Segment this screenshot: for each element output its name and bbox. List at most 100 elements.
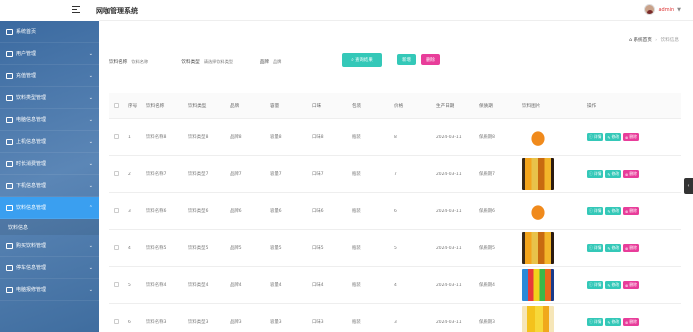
name-search-input[interactable] [127, 56, 182, 67]
sidebar-subitem-drink-info[interactable]: 饮料信息 [0, 219, 99, 235]
table-row[interactable]: 1 饮料名称8 饮料类型8 品牌8 容量8 口味8 瓶装 8 2024-03-1… [109, 119, 681, 156]
breadcrumb-current: 饮料信息 [660, 38, 679, 43]
info-icon: ⓘ [589, 245, 593, 250]
table-header: 序号 饮料名称 饮料类型 品牌 容量 口味 包装 价格 生产日期 保质期 饮料图… [109, 93, 681, 119]
col-header: 容量 [270, 103, 280, 109]
add-button[interactable]: 新增 [397, 54, 416, 65]
sidebar-item-drinks[interactable]: 饮料信息管理 ⌃ [0, 197, 99, 219]
edit-button[interactable]: ✎ 修改 [605, 318, 622, 326]
sidebar-item-drink-types[interactable]: 饮料类型管理 ⌄ [0, 87, 99, 109]
sidebar-item-time-usage[interactable]: 时长消费管理 ⌄ [0, 153, 99, 175]
cell-date: 2024-03-11 [436, 245, 462, 251]
col-header: 操作 [587, 103, 597, 109]
edit-button[interactable]: ✎ 修改 [605, 207, 622, 215]
table-row[interactable]: 6 饮料名称3 饮料类型3 品牌3 容量3 口味3 瓶装 3 2024-03-1… [109, 304, 681, 332]
grid-icon [6, 116, 13, 123]
drink-image [522, 195, 554, 227]
menu-toggle-icon[interactable] [72, 6, 80, 13]
sidebar-item-users[interactable]: 用户管理 ⌄ [0, 43, 99, 65]
type-select[interactable] [199, 56, 256, 67]
table-row[interactable]: 4 饮料名称5 饮料类型5 品牌5 容量5 口味5 瓶装 5 2024-03-1… [109, 230, 681, 267]
row-checkbox[interactable] [114, 245, 119, 250]
cell-seq: 6 [128, 319, 131, 325]
panel-toggle-icon[interactable]: ‹ [684, 178, 693, 194]
cell-name: 饮料名称3 [146, 320, 167, 325]
row-actions: ⓘ 详情 ✎ 修改 ⊗ 删除 [587, 318, 641, 326]
detail-button[interactable]: ⓘ 详情 [587, 244, 604, 252]
col-header: 生产日期 [436, 103, 455, 109]
breadcrumb-home[interactable]: 系统首页 [633, 38, 651, 43]
chevron-down-icon[interactable]: ▼ [677, 7, 681, 13]
row-checkbox[interactable] [114, 319, 119, 324]
row-delete-button[interactable]: ⊗ 删除 [623, 133, 639, 141]
cell-type: 饮料类型6 [188, 209, 209, 214]
detail-button[interactable]: ⓘ 详情 [587, 133, 604, 141]
sidebar-item-logout-sessions[interactable]: 下机信息管理 ⌄ [0, 175, 99, 197]
sidebar-item-drink-purchases[interactable]: 购买饮料管理 ⌄ [0, 235, 99, 257]
row-delete-button[interactable]: ⊗ 删除 [623, 244, 639, 252]
cell-brand: 品牌6 [230, 209, 242, 214]
row-delete-button[interactable]: ⊗ 删除 [623, 281, 639, 289]
row-checkbox[interactable] [114, 134, 119, 139]
chevron-down-icon: ⌄ [88, 161, 93, 167]
detail-button[interactable]: ⓘ 详情 [587, 170, 604, 178]
cell-shelf-life: 保质期7 [479, 172, 495, 177]
brand-search-input[interactable] [268, 56, 309, 67]
grid-icon [6, 138, 13, 145]
sidebar: 系统首页 用户管理 ⌄ 充值管理 ⌄ 饮料类型管理 ⌄ 电脑信息管理 ⌄ 上机信息管理 ⌄… [0, 21, 99, 332]
delete-icon: ⊗ [625, 171, 629, 177]
avatar[interactable] [644, 4, 656, 15]
cell-type: 饮料类型3 [188, 320, 209, 325]
cell-package: 瓶装 [352, 246, 361, 251]
sidebar-item-parking[interactable]: 停车信息管理 ⌄ [0, 257, 99, 279]
drink-image [522, 232, 554, 264]
col-header: 饮料类型 [188, 103, 207, 109]
delete-button[interactable]: 删除 [421, 54, 440, 65]
sidebar-item-repairs[interactable]: 电脑报修管理 ⌄ [0, 279, 99, 301]
edit-button[interactable]: ✎ 修改 [605, 133, 622, 141]
row-delete-button[interactable]: ⊗ 删除 [623, 207, 639, 215]
table-row[interactable]: 3 饮料名称6 饮料类型6 品牌6 容量6 口味6 瓶装 6 2024-03-1… [109, 193, 681, 230]
cell-date: 2024-03-11 [436, 171, 462, 177]
cell-shelf-life: 保质期5 [479, 246, 495, 251]
select-all-checkbox[interactable] [114, 102, 119, 108]
sidebar-item-computers[interactable]: 电脑信息管理 ⌄ [0, 109, 99, 131]
monitor-icon [6, 264, 13, 271]
edit-button[interactable]: ✎ 修改 [605, 244, 622, 252]
sidebar-item-login-sessions[interactable]: 上机信息管理 ⌄ [0, 131, 99, 153]
cell-package: 瓶装 [352, 209, 361, 214]
row-checkbox[interactable] [114, 208, 119, 213]
delete-icon: ⊗ [625, 282, 629, 288]
sidebar-item-recharge[interactable]: 充值管理 ⌄ [0, 65, 99, 87]
table-row[interactable]: 2 饮料名称7 饮料类型7 品牌7 容量7 口味7 瓶装 7 2024-03-1… [109, 156, 681, 193]
chevron-down-icon: ⌄ [88, 139, 93, 145]
main-content: ⌂ 系统首页 › 饮料信息 饮料名称 饮料类型 品牌 ⌕ 查询结果 新增 删除 … [99, 21, 693, 332]
user-menu[interactable]: admin ▼ [644, 4, 681, 15]
search-button[interactable]: ⌕ 查询结果 [342, 53, 382, 67]
drink-image [522, 306, 554, 332]
edit-icon: ✎ [607, 245, 611, 251]
cell-shelf-life: 保质期4 [479, 283, 495, 288]
row-delete-button[interactable]: ⊗ 删除 [623, 170, 639, 178]
row-delete-button[interactable]: ⊗ 删除 [623, 318, 639, 326]
type-label: 饮料类型 [181, 59, 200, 65]
detail-button[interactable]: ⓘ 详情 [587, 207, 604, 215]
row-checkbox[interactable] [114, 282, 119, 287]
detail-button[interactable]: ⓘ 详情 [587, 318, 604, 326]
row-checkbox[interactable] [114, 171, 119, 176]
chevron-down-icon: ⌄ [88, 117, 93, 123]
user-name[interactable]: admin [658, 7, 674, 13]
detail-button[interactable]: ⓘ 详情 [587, 281, 604, 289]
edit-button[interactable]: ✎ 修改 [605, 170, 622, 178]
edit-button[interactable]: ✎ 修改 [605, 281, 622, 289]
cell-type: 饮料类型8 [188, 135, 209, 140]
table-row[interactable]: 5 饮料名称4 饮料类型4 品牌4 容量4 口味4 瓶装 4 2024-03-1… [109, 267, 681, 304]
cell-name: 饮料名称7 [146, 172, 167, 177]
home-icon: ⌂ [629, 38, 632, 43]
breadcrumb-separator: › [655, 38, 658, 43]
cell-taste: 口味5 [312, 246, 324, 251]
cell-package: 瓶装 [352, 172, 361, 177]
sidebar-item-home[interactable]: 系统首页 [0, 21, 99, 43]
search-bar: 饮料名称 饮料类型 品牌 [109, 56, 309, 67]
cell-price: 3 [394, 319, 397, 325]
